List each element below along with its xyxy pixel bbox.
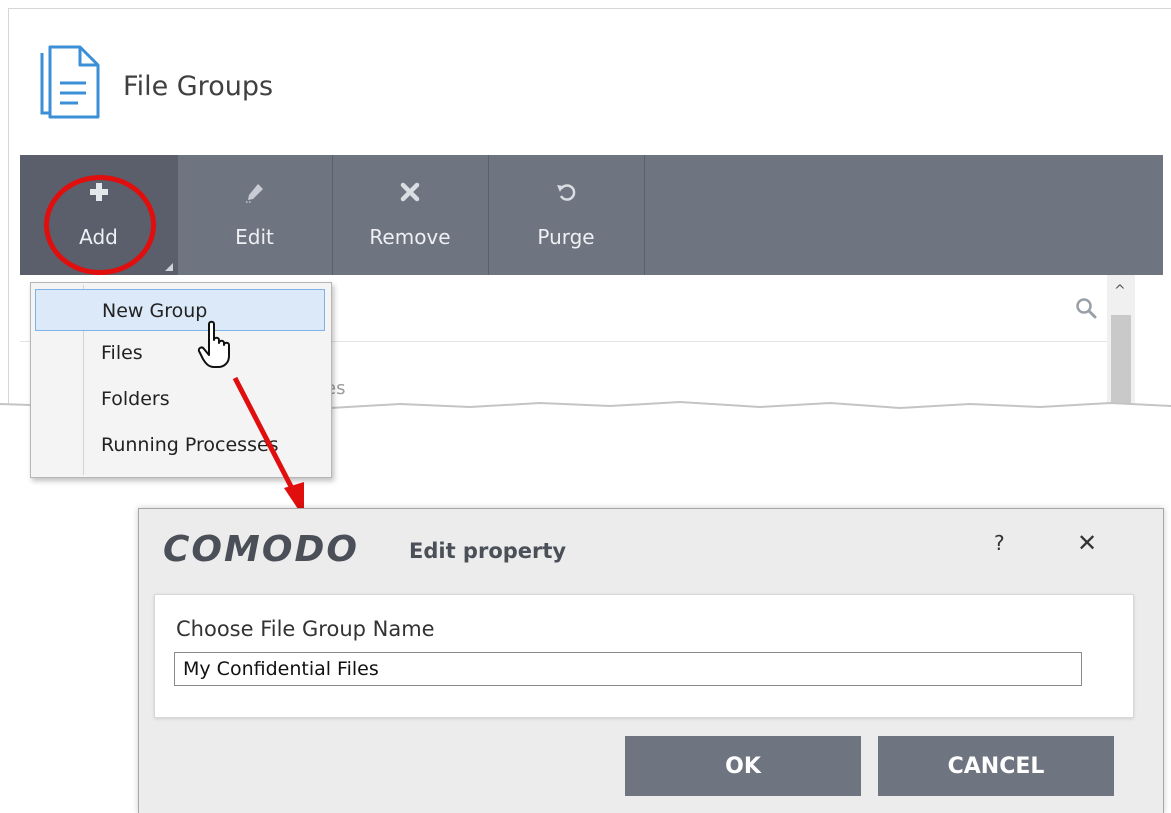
edit-button[interactable]: Edit bbox=[177, 155, 333, 275]
field-group: Choose File Group Name bbox=[154, 594, 1134, 718]
annotation-arrow bbox=[232, 376, 304, 518]
hand-cursor-icon bbox=[197, 320, 230, 368]
dialog-title: Edit property bbox=[409, 539, 567, 563]
pencil-icon bbox=[177, 181, 332, 211]
field-label: Choose File Group Name bbox=[176, 617, 435, 641]
close-button[interactable]: ✕ bbox=[1077, 529, 1097, 557]
scrollbar[interactable]: ^ bbox=[1107, 275, 1135, 415]
toolbar: Add Edit Remove Purge bbox=[20, 155, 1163, 275]
menu-item-label: Files bbox=[101, 342, 143, 364]
menu-item-new-group[interactable]: New Group bbox=[35, 289, 325, 331]
refresh-icon bbox=[488, 181, 644, 211]
ok-button[interactable]: OK bbox=[625, 736, 861, 796]
comodo-logo: COMODO bbox=[163, 529, 359, 570]
remove-button-label: Remove bbox=[369, 225, 451, 249]
menu-item-label: Folders bbox=[101, 388, 170, 410]
edit-property-dialog: COMODO Edit property ? ✕ Choose File Gro… bbox=[138, 508, 1164, 813]
search-icon[interactable] bbox=[1075, 297, 1097, 323]
scroll-up-icon[interactable]: ^ bbox=[1114, 283, 1126, 299]
file-group-icon bbox=[36, 43, 112, 127]
cancel-button[interactable]: CANCEL bbox=[878, 736, 1114, 796]
page-title: File Groups bbox=[123, 71, 274, 102]
remove-button[interactable]: Remove bbox=[332, 155, 489, 275]
group-name-input[interactable] bbox=[174, 652, 1082, 686]
dropdown-indicator-icon bbox=[165, 263, 173, 271]
edit-button-label: Edit bbox=[235, 225, 274, 249]
x-icon bbox=[332, 181, 488, 211]
annotation-circle bbox=[44, 175, 156, 275]
menu-item-label: New Group bbox=[102, 300, 208, 322]
help-button[interactable]: ? bbox=[994, 531, 1005, 555]
purge-button-label: Purge bbox=[537, 225, 595, 249]
purge-button[interactable]: Purge bbox=[488, 155, 645, 275]
